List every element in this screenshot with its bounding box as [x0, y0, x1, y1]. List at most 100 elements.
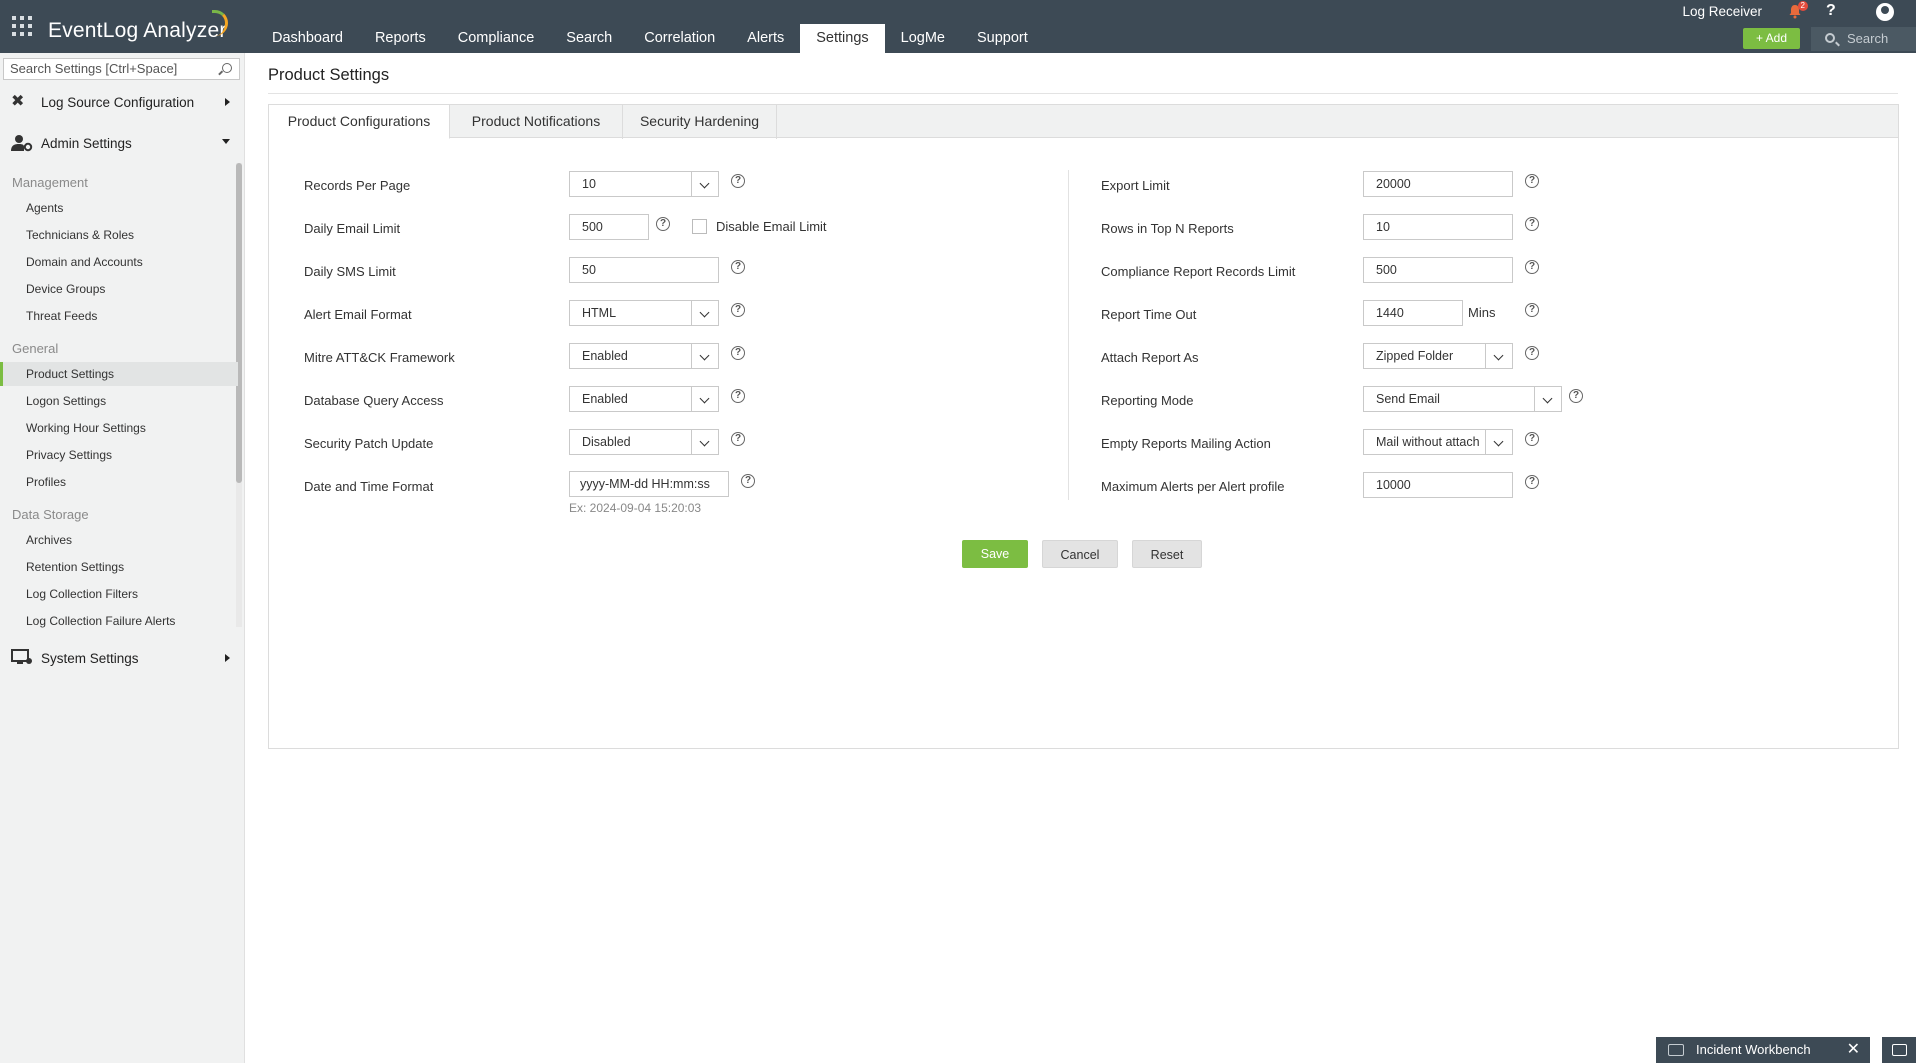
help-icon[interactable]: ?: [1525, 346, 1539, 360]
checkbox-disable-email-limit[interactable]: [692, 219, 707, 234]
select-attach-as[interactable]: Zipped Folder: [1363, 343, 1513, 369]
save-button[interactable]: Save: [962, 540, 1028, 568]
nav-dashboard[interactable]: Dashboard: [256, 24, 359, 53]
nav-search[interactable]: Search: [550, 24, 628, 53]
help-icon[interactable]: ?: [731, 346, 745, 360]
sidebar-item-profiles[interactable]: Profiles: [0, 470, 238, 494]
sidebar-item-working-hours[interactable]: Working Hour Settings: [0, 416, 238, 440]
select-db-query[interactable]: Enabled: [569, 386, 719, 412]
nav-reports[interactable]: Reports: [359, 24, 442, 53]
help-icon[interactable]: ?: [731, 174, 745, 188]
help-icon[interactable]: ?: [731, 303, 745, 317]
nav-correlation[interactable]: Correlation: [628, 24, 731, 53]
chat-icon[interactable]: [1882, 1037, 1916, 1063]
nav-logme[interactable]: LogMe: [885, 24, 961, 53]
label-max-alerts: Maximum Alerts per Alert profile: [1101, 479, 1285, 494]
tab-security-hardening[interactable]: Security Hardening: [623, 105, 777, 139]
app-logo[interactable]: EventLog Analyzer: [48, 19, 227, 43]
reset-button[interactable]: Reset: [1132, 540, 1202, 568]
workbench-icon: [1668, 1044, 1684, 1056]
help-icon[interactable]: ?: [1525, 303, 1539, 317]
label-export-limit: Export Limit: [1101, 178, 1170, 193]
chevron-down-icon: [1485, 344, 1512, 368]
top-bar: EventLog Analyzer Dashboard Reports Comp…: [0, 0, 1916, 53]
help-icon[interactable]: ?: [741, 474, 755, 488]
input-export-limit[interactable]: 20000: [1363, 171, 1513, 197]
main-nav: Dashboard Reports Compliance Search Corr…: [256, 24, 1044, 53]
help-icon[interactable]: ?: [1525, 174, 1539, 188]
sidebar-section-system[interactable]: System Settings: [0, 640, 244, 676]
input-daily-sms-limit[interactable]: 50: [569, 257, 719, 283]
report-timeout-unit: Mins: [1468, 305, 1496, 320]
chevron-down-icon: [691, 301, 718, 325]
sidebar-item-device-groups[interactable]: Device Groups: [0, 277, 238, 301]
sidebar-item-threat-feeds[interactable]: Threat Feeds: [0, 304, 238, 328]
sidebar-section-log-source[interactable]: ✖ Log Source Configuration: [0, 84, 244, 120]
sidebar-item-agents[interactable]: Agents: [0, 196, 238, 220]
sidebar-item-domain[interactable]: Domain and Accounts: [0, 250, 238, 274]
user-avatar-icon[interactable]: [1876, 3, 1894, 21]
sidebar-item-log-filters[interactable]: Log Collection Filters: [0, 582, 238, 606]
chevron-down-icon: [691, 172, 718, 196]
add-button[interactable]: + Add: [1743, 28, 1800, 49]
label-compliance-limit: Compliance Report Records Limit: [1101, 264, 1296, 279]
input-max-alerts[interactable]: 10000: [1363, 472, 1513, 498]
sidebar-item-failure-alerts[interactable]: Log Collection Failure Alerts: [0, 609, 238, 633]
sidebar-item-technicians[interactable]: Technicians & Roles: [0, 223, 238, 247]
help-icon[interactable]: ?: [1525, 217, 1539, 231]
log-receiver-link[interactable]: Log Receiver: [1682, 4, 1762, 19]
input-daily-email-limit[interactable]: 500: [569, 214, 649, 240]
input-compliance-limit[interactable]: 500: [1363, 257, 1513, 283]
select-value: Disabled: [582, 435, 631, 449]
label-daily-email-limit: Daily Email Limit: [304, 221, 401, 236]
select-records-per-page[interactable]: 10: [569, 171, 719, 197]
global-search-input[interactable]: Search: [1811, 27, 1916, 51]
settings-search-input[interactable]: Search Settings [Ctrl+Space]: [3, 58, 240, 80]
incident-workbench-bar[interactable]: Incident Workbench ✕: [1656, 1037, 1870, 1063]
select-empty-reports[interactable]: Mail without attach: [1363, 429, 1513, 455]
notification-bell-icon[interactable]: 2: [1788, 1, 1808, 20]
help-icon[interactable]: ?: [731, 260, 745, 274]
input-date-format[interactable]: yyyy-MM-dd HH:mm:ss: [569, 471, 729, 497]
nav-support[interactable]: Support: [961, 24, 1044, 53]
tab-product-configurations[interactable]: Product Configurations: [269, 105, 450, 139]
select-alert-email-format[interactable]: HTML: [569, 300, 719, 326]
chevron-down-icon: [691, 387, 718, 411]
help-icon[interactable]: ?: [1569, 389, 1583, 403]
sidebar-item-logon[interactable]: Logon Settings: [0, 389, 238, 413]
sidebar-item-product-settings[interactable]: Product Settings: [0, 362, 238, 386]
nav-settings[interactable]: Settings: [800, 24, 885, 53]
sidebar-item-privacy[interactable]: Privacy Settings: [0, 443, 238, 467]
sidebar-item-archives[interactable]: Archives: [0, 528, 238, 552]
help-icon[interactable]: ?: [731, 432, 745, 446]
chevron-right-icon: [225, 98, 230, 106]
close-icon[interactable]: ✕: [1847, 1037, 1860, 1063]
section-label: System Settings: [41, 650, 139, 666]
help-icon[interactable]: ?: [1525, 432, 1539, 446]
nav-alerts[interactable]: Alerts: [731, 24, 800, 53]
app-grid-icon[interactable]: [12, 16, 32, 36]
label-report-timeout: Report Time Out: [1101, 307, 1197, 322]
cancel-button[interactable]: Cancel: [1042, 540, 1118, 568]
help-icon[interactable]: ?: [656, 217, 670, 231]
nav-compliance[interactable]: Compliance: [442, 24, 551, 53]
sidebar-item-retention[interactable]: Retention Settings: [0, 555, 238, 579]
select-patch-update[interactable]: Disabled: [569, 429, 719, 455]
sidebar-section-admin[interactable]: Admin Settings: [0, 125, 244, 161]
help-icon[interactable]: ?: [1525, 475, 1539, 489]
select-value: Zipped Folder: [1376, 349, 1454, 363]
select-reporting-mode[interactable]: Send Email: [1363, 386, 1562, 412]
label-reporting-mode: Reporting Mode: [1101, 393, 1194, 408]
date-format-example: Ex: 2024-09-04 15:20:03: [569, 501, 702, 515]
chevron-down-icon: [222, 139, 230, 144]
help-menu-icon[interactable]: ?: [1826, 2, 1836, 20]
help-icon[interactable]: ?: [1525, 260, 1539, 274]
input-report-timeout[interactable]: 1440: [1363, 300, 1463, 326]
select-value: Enabled: [582, 392, 628, 406]
tab-product-notifications[interactable]: Product Notifications: [450, 105, 623, 139]
select-mitre[interactable]: Enabled: [569, 343, 719, 369]
input-rows-top-n[interactable]: 10: [1363, 214, 1513, 240]
help-icon[interactable]: ?: [731, 389, 745, 403]
select-value: Mail without attach: [1376, 435, 1480, 449]
label-alert-email-format: Alert Email Format: [304, 307, 412, 322]
